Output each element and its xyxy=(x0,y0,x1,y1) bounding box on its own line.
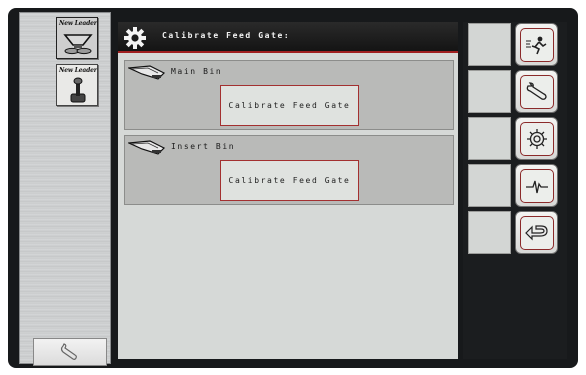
calibrate-feed-gate-button[interactable]: Calibrate Feed Gate xyxy=(220,85,359,126)
gear-icon xyxy=(526,128,547,149)
softkey-slot-empty xyxy=(468,117,511,160)
spreader-icon xyxy=(63,34,93,55)
diagnostic-pulse-icon xyxy=(525,180,548,193)
joystick-icon xyxy=(70,77,86,103)
bin-panel-insert: Insert Bin Calibrate Feed Gate xyxy=(124,135,454,205)
bin-label: Main Bin xyxy=(171,67,223,76)
calibrate-feed-gate-button[interactable]: Calibrate Feed Gate xyxy=(220,160,359,201)
brand-logo: New Leader xyxy=(59,20,97,27)
operator-run-icon xyxy=(525,36,546,54)
back-arrow-icon xyxy=(524,224,548,240)
softkey-slot-empty xyxy=(468,70,511,113)
bin-panel-main: Main Bin Calibrate Feed Gate xyxy=(124,60,454,130)
main-content: Calibrate Feed Gate: Main Bin Calibrate … xyxy=(118,22,458,359)
back-button[interactable] xyxy=(515,211,558,254)
implement-select-controller[interactable]: New Leader xyxy=(56,64,98,106)
bin-label: Insert Bin xyxy=(171,142,236,151)
left-tool-button[interactable] xyxy=(33,338,107,366)
run-screen-button[interactable] xyxy=(515,23,558,66)
setup-button[interactable] xyxy=(515,70,558,113)
title-bar: Calibrate Feed Gate: xyxy=(118,22,458,53)
diagnostics-button[interactable] xyxy=(515,164,558,207)
bin-icon xyxy=(128,65,166,80)
brand-logo: New Leader xyxy=(59,67,97,74)
wrench-icon xyxy=(526,81,547,100)
softkey-slot-empty xyxy=(468,23,511,66)
page-title: Calibrate Feed Gate: xyxy=(162,31,291,40)
softkey-slot-empty xyxy=(468,211,511,254)
implement-select-spreader[interactable]: New Leader xyxy=(56,17,98,59)
wrench-icon xyxy=(60,343,77,360)
gear-icon xyxy=(124,27,146,49)
settings-button[interactable] xyxy=(515,117,558,160)
bin-icon xyxy=(128,140,166,155)
softkey-slot-empty xyxy=(468,164,511,207)
